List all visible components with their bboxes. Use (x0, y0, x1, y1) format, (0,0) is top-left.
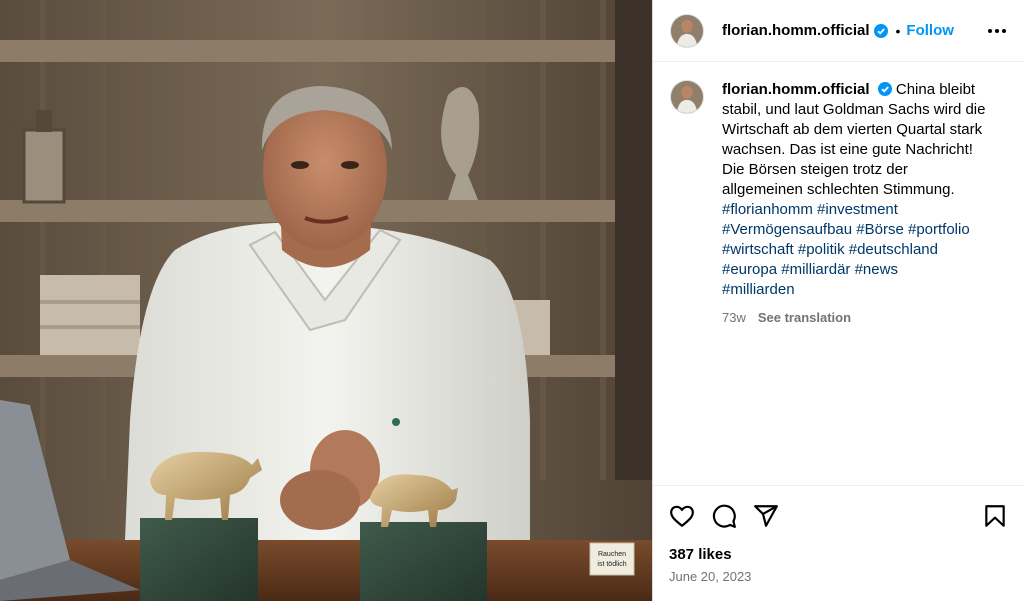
share-icon[interactable] (753, 503, 779, 529)
caption-avatar[interactable] (670, 80, 704, 114)
more-options-icon[interactable] (986, 23, 1008, 39)
avatar[interactable] (670, 13, 704, 48)
hashtag-link[interactable]: #milliarden (722, 281, 795, 298)
see-translation-link[interactable]: See translation (758, 308, 851, 328)
username-link[interactable]: florian.homm.official (722, 22, 870, 39)
hashtag-link[interactable]: #wirtschaft (722, 241, 794, 258)
likes-count[interactable]: 387 likes (669, 546, 1008, 563)
post-sidebar: florian.homm.official • Follow florian.h… (652, 0, 1024, 601)
hashtag-link[interactable]: #Börse (856, 221, 904, 238)
caption-username-link[interactable]: florian.homm.official (722, 81, 870, 98)
instagram-post: Rauchen ist tödlich florian.homm.officia… (0, 0, 1024, 601)
avatar-image (671, 81, 703, 113)
caption-text: China bleibt stabil, und laut Goldman Sa… (722, 81, 986, 198)
post-age[interactable]: 73w (722, 308, 746, 328)
svg-text:Rauchen: Rauchen (598, 551, 626, 558)
hashtag-list: #florianhomm #investment #Vermögensaufba… (722, 200, 987, 300)
post-photo[interactable]: Rauchen ist tödlich (0, 0, 652, 601)
hashtag-link[interactable]: #politik (798, 241, 845, 258)
action-icons (669, 502, 1008, 530)
action-bar: 387 likes June 20, 2023 (653, 485, 1024, 584)
caption-body: florian.homm.official China bleibt stabi… (722, 80, 987, 328)
verified-badge-icon (877, 82, 892, 96)
hashtag-link[interactable]: #news (855, 261, 898, 278)
heart-icon[interactable] (669, 503, 695, 529)
post-date[interactable]: June 20, 2023 (669, 569, 1008, 584)
avatar-image (671, 14, 703, 47)
hashtag-link[interactable]: #milliardär (781, 261, 850, 278)
hashtag-link[interactable]: #Vermögensaufbau (722, 221, 852, 238)
post-header: florian.homm.official • Follow (653, 0, 1024, 62)
caption-meta: 73w See translation (722, 308, 987, 328)
hashtag-link[interactable]: #deutschland (849, 241, 938, 258)
hashtag-link[interactable]: #investment (817, 201, 898, 218)
hashtag-link[interactable]: #europa (722, 261, 777, 278)
verified-badge-icon (873, 23, 888, 38)
hashtag-link[interactable]: #portfolio (908, 221, 970, 238)
photo-illustration: Rauchen ist tödlich (0, 0, 652, 601)
caption-section: florian.homm.official China bleibt stabi… (653, 62, 1024, 328)
svg-text:ist tödlich: ist tödlich (597, 561, 626, 568)
hashtag-link[interactable]: #florianhomm (722, 201, 813, 218)
follow-button[interactable]: Follow (906, 22, 954, 39)
comment-icon[interactable] (711, 503, 737, 529)
separator-dot: • (895, 22, 901, 39)
bookmark-icon[interactable] (982, 503, 1008, 529)
